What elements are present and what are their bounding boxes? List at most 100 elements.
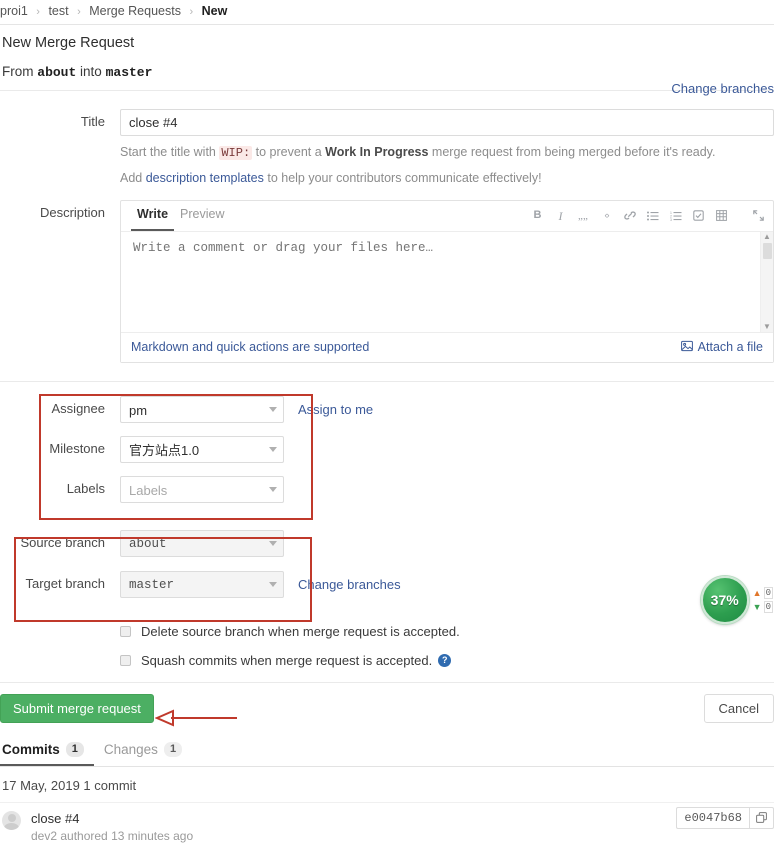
description-row: Description Write Preview B I „ „ ‹› 1 2… <box>0 199 774 363</box>
hint-text-a: Start the title with <box>120 145 216 159</box>
editor-footer: Markdown and quick actions are supported… <box>121 331 773 362</box>
transfer-stats: ▲ 0 ▼ 0 <box>751 585 774 615</box>
target-branch-label: Target branch <box>25 575 106 591</box>
commit-title[interactable]: close #4 <box>31 811 193 826</box>
wip-prefix-code: WIP: <box>219 146 253 160</box>
link-icon[interactable] <box>623 208 636 223</box>
form-actions: Submit merge request Cancel <box>0 681 774 735</box>
squash-commits-checkbox[interactable] <box>120 654 131 666</box>
editor-body: ▲ ▼ <box>121 231 773 332</box>
upload-stat: ▲ 0 <box>753 587 773 599</box>
hint-text-b: to prevent a <box>255 145 322 159</box>
quote-icon[interactable]: „ „ <box>577 208 590 223</box>
commit-author-meta: dev2 authored 13 minutes ago <box>31 828 194 843</box>
tab-write[interactable]: Write <box>131 200 175 232</box>
task-list-icon[interactable] <box>692 208 705 223</box>
attach-file-label: Attach a file <box>697 340 763 355</box>
title-hint-templates: Add description templates to help your c… <box>120 169 774 187</box>
page-title: New Merge Request <box>2 35 135 51</box>
copy-icon[interactable] <box>749 806 774 829</box>
from-word: From <box>2 64 34 79</box>
editor-toolbar: Write Preview B I „ „ ‹› 1 2 3 <box>121 201 773 232</box>
assignee-select-wrap: pm <box>120 395 284 423</box>
labels-select-wrap: Labels <box>120 475 284 503</box>
delete-source-branch-checkbox[interactable] <box>120 625 131 637</box>
breadcrumb-separator-icon: › <box>77 6 81 18</box>
hint2-text-a: Add <box>120 171 143 186</box>
squash-commits-label: Squash commits when merge request is acc… <box>141 652 433 668</box>
assignee-row: Assignee pm Assign to me <box>0 395 774 423</box>
labels-select[interactable]: Labels <box>120 475 284 503</box>
merge-options: Delete source branch when merge request … <box>0 616 774 668</box>
milestone-label: Milestone <box>49 440 105 456</box>
commit-sha[interactable]: e0047b68 <box>676 806 749 829</box>
change-branches-link-inline[interactable]: Change branches <box>298 577 401 592</box>
target-branch-name: master <box>105 65 153 80</box>
delete-source-branch-label: Delete source branch when merge request … <box>141 623 460 639</box>
question-mark-icon[interactable]: ? <box>438 653 452 667</box>
delete-source-branch-row: Delete source branch when merge request … <box>0 624 774 639</box>
title-row: Title Start the title with WIP: to preve… <box>0 109 774 188</box>
numbered-list-icon[interactable]: 123 <box>669 208 682 223</box>
into-word: into <box>80 64 102 79</box>
page-header: New Merge Request From about into master… <box>0 25 774 99</box>
fullscreen-icon[interactable] <box>752 208 765 223</box>
markdown-help-link[interactable]: Markdown and quick actions are supported <box>131 340 369 354</box>
source-branch-select: about <box>120 529 284 557</box>
commit-date-header: 17 May, 2019 1 commit <box>0 767 774 803</box>
tab-changes[interactable]: Changes 1 <box>102 741 192 766</box>
bold-icon[interactable]: B <box>531 208 544 223</box>
table-icon[interactable] <box>715 208 728 223</box>
breadcrumb-item-project[interactable]: proi1 <box>0 4 28 18</box>
title-hint-wip: Start the title with WIP: to prevent a W… <box>120 143 774 162</box>
milestone-select[interactable]: 官方站点1.0 <box>120 435 284 463</box>
labels-label: Labels <box>66 480 105 496</box>
breadcrumb-separator-icon: › <box>36 6 40 18</box>
description-templates-link[interactable]: description templates <box>146 171 264 185</box>
submit-merge-request-button[interactable]: Submit merge request <box>0 693 154 723</box>
assign-to-me-link[interactable]: Assign to me <box>298 402 373 417</box>
breadcrumb: proi1 › test › Merge Requests › New <box>0 0 774 25</box>
hint-text-c: merge request from being merged before i… <box>431 145 716 159</box>
source-branch-label: Source branch <box>20 534 105 550</box>
target-branch-select-wrap: master <box>120 570 284 598</box>
scroll-up-arrow-icon[interactable]: ▲ <box>763 232 771 242</box>
breadcrumb-item-repo[interactable]: test <box>48 4 68 18</box>
title-input[interactable] <box>120 109 774 136</box>
metadata-block: Assignee pm Assign to me Milestone 官方站点1… <box>0 382 774 668</box>
editor-scrollbar[interactable]: ▲ ▼ <box>760 231 773 332</box>
assignee-label: Assignee <box>51 400 105 416</box>
arrow-up-icon: ▲ <box>752 587 762 598</box>
cancel-button[interactable]: Cancel <box>703 693 774 723</box>
tab-preview[interactable]: Preview <box>174 200 230 231</box>
arrow-down-icon: ▼ <box>752 601 762 612</box>
source-branch-row: Source branch about <box>0 529 774 557</box>
upload-value: 0 <box>763 587 773 599</box>
attach-file-button[interactable]: Attach a file <box>680 340 763 355</box>
tab-commits-count: 1 <box>65 741 84 757</box>
breadcrumb-item-new: New <box>201 4 228 18</box>
tab-commits[interactable]: Commits 1 <box>0 741 94 766</box>
svg-text:3: 3 <box>670 218 672 221</box>
labels-row: Labels Labels <box>0 475 774 503</box>
target-branch-row: Target branch master Change branches <box>0 570 774 598</box>
assignee-select[interactable]: pm <box>120 395 284 423</box>
editor-tool-buttons: B I „ „ ‹› 1 2 3 <box>531 208 765 223</box>
scroll-down-arrow-icon[interactable]: ▼ <box>763 322 771 332</box>
italic-icon[interactable]: I <box>554 208 567 223</box>
title-label: Title <box>80 114 105 129</box>
description-textarea[interactable] <box>121 231 773 332</box>
source-branch-name: about <box>37 65 77 80</box>
commit-sha-group: e0047b68 <box>676 806 774 829</box>
milestone-row: Milestone 官方站点1.0 <box>0 435 774 463</box>
code-icon[interactable]: ‹› <box>600 208 613 223</box>
download-stat: ▼ 0 <box>753 601 773 613</box>
tab-changes-count: 1 <box>163 741 183 757</box>
breadcrumb-item-merge-requests[interactable]: Merge Requests <box>89 4 181 18</box>
image-icon <box>680 340 693 355</box>
avatar <box>2 810 21 830</box>
download-progress-widget[interactable]: 37% ▲ 0 ▼ 0 <box>700 576 774 624</box>
change-branches-link-top[interactable]: Change branches <box>671 81 774 96</box>
bullet-list-icon[interactable] <box>646 208 659 223</box>
scrollbar-thumb[interactable] <box>763 242 772 259</box>
